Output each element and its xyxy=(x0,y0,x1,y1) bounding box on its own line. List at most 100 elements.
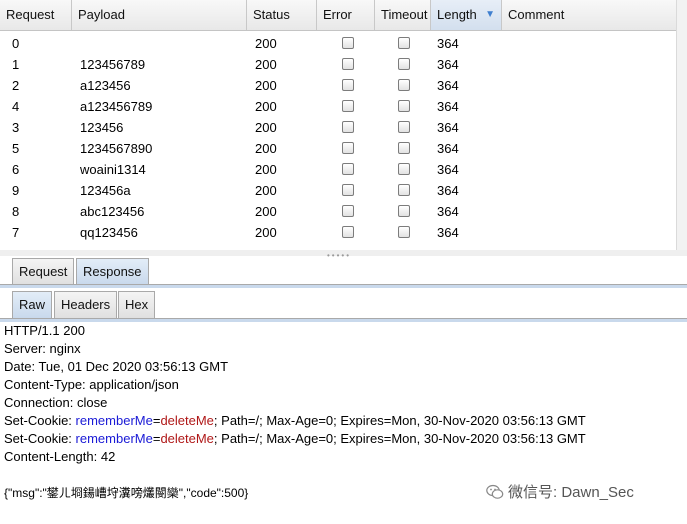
cell-length: 364 xyxy=(437,120,459,135)
cell-payload: a123456 xyxy=(80,78,131,93)
cell-payload xyxy=(72,33,80,54)
table-row[interactable]: 4 a123456789 200 364 xyxy=(0,96,676,117)
table-row[interactable]: 9 123456a 200 364 xyxy=(0,180,676,201)
results-table: Request Payload Status Error Timeout Len… xyxy=(0,0,687,251)
tab-headers[interactable]: Headers xyxy=(54,291,118,318)
cookie-name: rememberMe xyxy=(75,413,153,428)
timeout-checkbox[interactable] xyxy=(398,100,410,112)
timeout-checkbox[interactable] xyxy=(398,37,410,49)
table-row[interactable]: 0 200 364 xyxy=(0,33,676,54)
cookie-attributes: ; Path=/; Max-Age=0; Expires=Mon, 30-Nov… xyxy=(213,413,586,428)
error-checkbox[interactable] xyxy=(342,184,354,196)
error-checkbox[interactable] xyxy=(342,163,354,175)
cell-request: 8 xyxy=(12,204,20,219)
cell-payload: 123456789 xyxy=(80,57,146,72)
cell-payload: 123456 xyxy=(80,120,124,135)
timeout-checkbox[interactable] xyxy=(398,121,410,133)
cell-request: 3 xyxy=(12,120,20,135)
cell-length: 364 xyxy=(437,204,459,219)
column-header-timeout[interactable]: Timeout xyxy=(375,0,431,30)
error-checkbox[interactable] xyxy=(342,142,354,154)
cell-length: 364 xyxy=(437,36,459,51)
cell-payload: qq123456 xyxy=(80,225,138,240)
cell-length: 364 xyxy=(437,78,459,93)
table-row[interactable]: 8 abc123456 200 364 xyxy=(0,201,676,222)
error-checkbox[interactable] xyxy=(342,205,354,217)
message-tabs: Request Response xyxy=(0,257,687,288)
cookie-value: deleteMe xyxy=(160,413,214,428)
cell-status: 200 xyxy=(255,120,277,135)
column-header-payload[interactable]: Payload xyxy=(72,0,247,30)
cell-length: 364 xyxy=(437,183,459,198)
cell-status: 200 xyxy=(255,57,277,72)
tab-raw[interactable]: Raw xyxy=(12,291,53,318)
cookie-attributes: ; Path=/; Max-Age=0; Expires=Mon, 30-Nov… xyxy=(213,431,586,446)
cell-payload: a123456789 xyxy=(80,99,153,114)
cell-length: 364 xyxy=(437,57,459,72)
table-row[interactable]: 5 1234567890 200 364 xyxy=(0,138,676,159)
header-set-cookie: Set-Cookie: rememberMe=deleteMe; Path=/;… xyxy=(4,430,586,448)
column-header-length-label: Length xyxy=(437,7,477,22)
header-set-cookie: Set-Cookie: rememberMe=deleteMe; Path=/;… xyxy=(4,412,586,430)
table-header: Request Payload Status Error Timeout Len… xyxy=(0,0,676,31)
sort-descending-icon: ▼ xyxy=(485,9,495,20)
cell-length: 364 xyxy=(437,141,459,156)
error-checkbox[interactable] xyxy=(342,58,354,70)
column-header-error[interactable]: Error xyxy=(317,0,375,30)
error-checkbox[interactable] xyxy=(342,121,354,133)
tab-hex[interactable]: Hex xyxy=(118,291,156,318)
column-header-status[interactable]: Status xyxy=(247,0,317,30)
cell-request: 9 xyxy=(12,183,20,198)
cell-payload: 123456a xyxy=(80,183,131,198)
error-checkbox[interactable] xyxy=(342,100,354,112)
cell-request: 7 xyxy=(12,225,20,240)
tab-response[interactable]: Response xyxy=(76,258,149,284)
cell-length: 364 xyxy=(437,225,459,240)
response-body: {"msg":"鐢ㄦ埛鍚嶆垨瀵嗙爜閿欒","code":500} xyxy=(4,486,249,500)
table-row[interactable]: 6 woaini1314 200 364 xyxy=(0,159,676,180)
timeout-checkbox[interactable] xyxy=(398,58,410,70)
table-row[interactable]: 7 qq123456 200 364 xyxy=(0,222,676,243)
timeout-checkbox[interactable] xyxy=(398,184,410,196)
cell-status: 200 xyxy=(255,204,277,219)
watermark-text: 微信号: Dawn_Sec xyxy=(508,484,634,501)
timeout-checkbox[interactable] xyxy=(398,79,410,91)
cell-status: 200 xyxy=(255,36,277,51)
header-content-type: Content-Type: application/json xyxy=(4,377,179,392)
cell-status: 200 xyxy=(255,141,277,156)
cell-request: 5 xyxy=(12,141,20,156)
watermark: 微信号: Dawn_Sec xyxy=(486,482,634,504)
cell-payload: 1234567890 xyxy=(80,141,153,156)
cell-payload: woaini1314 xyxy=(80,162,146,177)
error-checkbox[interactable] xyxy=(342,37,354,49)
split-pane-divider[interactable]: ••••• xyxy=(0,250,687,260)
timeout-checkbox[interactable] xyxy=(398,226,410,238)
table-row[interactable]: 1 123456789 200 364 xyxy=(0,54,676,75)
timeout-checkbox[interactable] xyxy=(398,142,410,154)
timeout-checkbox[interactable] xyxy=(398,163,410,175)
cell-status: 200 xyxy=(255,225,277,240)
error-checkbox[interactable] xyxy=(342,226,354,238)
timeout-checkbox[interactable] xyxy=(398,205,410,217)
table-row[interactable]: 3 123456 200 364 xyxy=(0,117,676,138)
view-tabs: Raw Headers Hex xyxy=(0,291,687,322)
cookie-value: deleteMe xyxy=(160,431,214,446)
column-header-request[interactable]: Request xyxy=(0,0,72,30)
column-header-comment[interactable]: Comment xyxy=(502,0,676,30)
vertical-scrollbar[interactable] xyxy=(676,0,687,250)
cell-payload: abc123456 xyxy=(80,204,145,219)
cell-status: 200 xyxy=(255,162,277,177)
cell-status: 200 xyxy=(255,99,277,114)
cell-request: 4 xyxy=(12,99,20,114)
wechat-icon xyxy=(486,484,504,499)
table-row[interactable]: 2 a123456 200 364 xyxy=(0,75,676,96)
header-date: Date: Tue, 01 Dec 2020 03:56:13 GMT xyxy=(4,359,229,374)
tab-request[interactable]: Request xyxy=(12,258,75,284)
cell-status: 200 xyxy=(255,78,277,93)
set-cookie-prefix: Set-Cookie: xyxy=(4,431,76,446)
error-checkbox[interactable] xyxy=(342,79,354,91)
cell-request: 1 xyxy=(12,57,20,72)
cell-length: 364 xyxy=(437,162,459,177)
column-header-length[interactable]: Length ▼ xyxy=(431,0,502,30)
cell-request: 6 xyxy=(12,162,20,177)
